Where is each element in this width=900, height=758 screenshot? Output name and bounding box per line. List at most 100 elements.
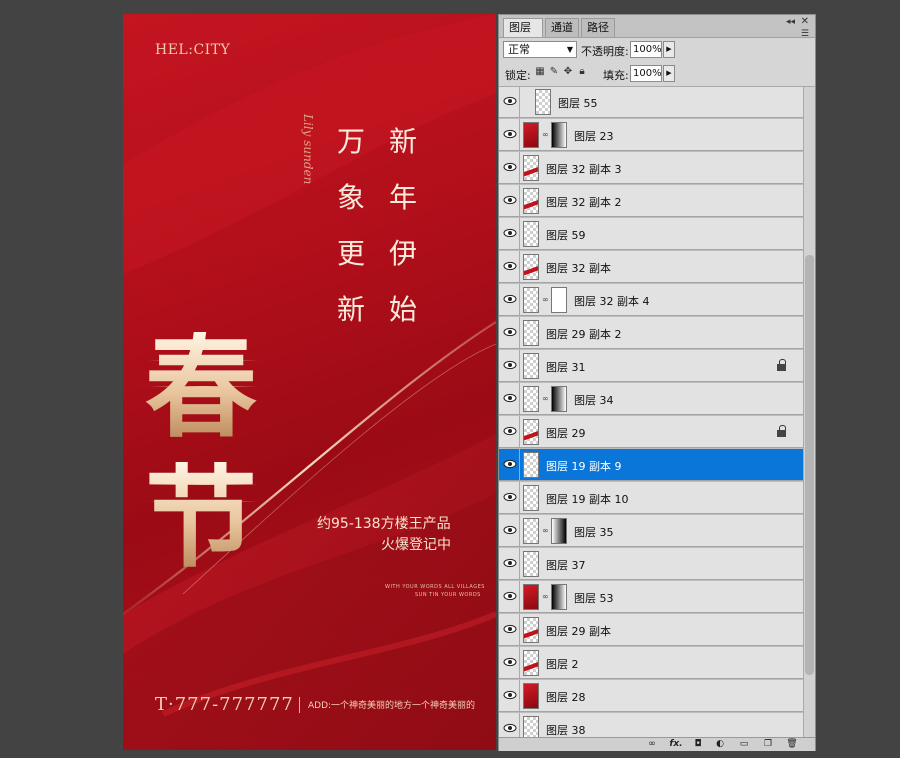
layer-row[interactable]: 图层 59 bbox=[499, 218, 803, 250]
layer-name[interactable]: 图层 19 副本 9 bbox=[546, 458, 622, 474]
lock-all-icon[interactable]: 🔒︎ bbox=[576, 66, 588, 78]
eye-visibility-icon[interactable] bbox=[503, 128, 517, 140]
eye-visibility-icon[interactable] bbox=[503, 194, 517, 206]
new-group-icon[interactable]: ▭ bbox=[737, 738, 751, 751]
eye-visibility-icon[interactable] bbox=[503, 326, 517, 338]
layer-thumbnail[interactable] bbox=[523, 122, 539, 148]
mask-link-icon[interactable]: ∞ bbox=[542, 130, 549, 139]
collapse-icon[interactable]: ◂◂ bbox=[786, 17, 795, 27]
layer-thumbnail[interactable] bbox=[523, 452, 539, 478]
layer-row[interactable]: ∞ 图层 23 bbox=[499, 119, 803, 151]
scrollbar-thumb[interactable] bbox=[805, 255, 814, 675]
fill-slider-arrow-icon[interactable]: ▶ bbox=[663, 65, 675, 82]
lock-position-icon[interactable]: ✥ bbox=[562, 66, 574, 78]
eye-visibility-icon[interactable] bbox=[503, 623, 517, 635]
eye-visibility-icon[interactable] bbox=[503, 359, 517, 371]
layer-name[interactable]: 图层 29 副本 2 bbox=[546, 326, 622, 342]
layer-name[interactable]: 图层 28 bbox=[546, 689, 586, 705]
panel-close-icon[interactable]: ✕ bbox=[801, 16, 809, 27]
eye-visibility-icon[interactable] bbox=[503, 458, 517, 470]
eye-visibility-icon[interactable] bbox=[503, 95, 517, 107]
layer-thumbnail[interactable] bbox=[523, 320, 539, 346]
layer-thumbnail[interactable] bbox=[523, 386, 539, 412]
layer-thumbnail[interactable] bbox=[523, 155, 539, 181]
eye-visibility-icon[interactable] bbox=[503, 425, 517, 437]
layer-name[interactable]: 图层 23 bbox=[574, 128, 614, 144]
layer-thumbnail[interactable] bbox=[523, 650, 539, 676]
eye-visibility-icon[interactable] bbox=[503, 293, 517, 305]
layer-row[interactable]: 图层 37 bbox=[499, 548, 803, 580]
layer-row[interactable]: ∞ 图层 34 bbox=[499, 383, 803, 415]
layer-thumbnail[interactable] bbox=[523, 584, 539, 610]
layer-row[interactable]: ∞ 图层 32 副本 4 bbox=[499, 284, 803, 316]
eye-visibility-icon[interactable] bbox=[503, 260, 517, 272]
trash-icon[interactable]: 🗑︎ bbox=[785, 738, 799, 751]
add-mask-icon[interactable]: ◘ bbox=[691, 738, 705, 751]
eye-visibility-icon[interactable] bbox=[503, 491, 517, 503]
mask-link-icon[interactable]: ∞ bbox=[542, 295, 549, 304]
layer-thumbnail[interactable] bbox=[523, 419, 539, 445]
layer-thumbnail[interactable] bbox=[523, 353, 539, 379]
layer-name[interactable]: 图层 19 副本 10 bbox=[546, 491, 628, 507]
fill-input[interactable]: 100% bbox=[630, 65, 662, 82]
layer-name[interactable]: 图层 38 bbox=[546, 722, 586, 737]
layer-name[interactable]: 图层 32 副本 bbox=[546, 260, 611, 276]
layer-row[interactable]: ∞ 图层 53 bbox=[499, 581, 803, 613]
layer-mask-thumbnail[interactable] bbox=[551, 122, 567, 148]
layer-row[interactable]: 图层 32 副本 3 bbox=[499, 152, 803, 184]
layer-name[interactable]: 图层 37 bbox=[546, 557, 586, 573]
layer-mask-thumbnail[interactable] bbox=[551, 518, 567, 544]
eye-visibility-icon[interactable] bbox=[503, 161, 517, 173]
layer-thumbnail[interactable] bbox=[523, 617, 539, 643]
layer-name[interactable]: 图层 35 bbox=[574, 524, 614, 540]
lock-transparent-pixels-icon[interactable]: ▦ bbox=[534, 66, 546, 78]
layer-row[interactable]: 图层 32 副本 bbox=[499, 251, 803, 283]
eye-visibility-icon[interactable] bbox=[503, 392, 517, 404]
layer-thumbnail[interactable] bbox=[523, 551, 539, 577]
fx-icon[interactable]: fx. bbox=[669, 738, 683, 751]
layer-thumbnail[interactable] bbox=[523, 485, 539, 511]
lock-image-pixels-icon[interactable]: ✎ bbox=[548, 66, 560, 78]
layer-name[interactable]: 图层 55 bbox=[558, 95, 598, 111]
layer-list-scrollbar[interactable] bbox=[803, 87, 815, 737]
layer-name[interactable]: 图层 34 bbox=[574, 392, 614, 408]
layer-name[interactable]: 图层 31 bbox=[546, 359, 586, 375]
layer-thumbnail[interactable] bbox=[523, 254, 539, 280]
layer-name[interactable]: 图层 2 bbox=[546, 656, 579, 672]
layer-row[interactable]: 图层 31 bbox=[499, 350, 803, 382]
layer-name[interactable]: 图层 53 bbox=[574, 590, 614, 606]
layer-thumbnail[interactable] bbox=[523, 683, 539, 709]
eye-visibility-icon[interactable] bbox=[503, 227, 517, 239]
layer-mask-thumbnail[interactable] bbox=[551, 287, 567, 313]
adjustment-layer-icon[interactable]: ◐ bbox=[713, 738, 727, 751]
layer-row[interactable]: 图层 19 副本 9 bbox=[499, 449, 803, 481]
layer-row[interactable]: 图层 32 副本 2 bbox=[499, 185, 803, 217]
opacity-slider-arrow-icon[interactable]: ▶ bbox=[663, 41, 675, 58]
layer-name[interactable]: 图层 32 副本 3 bbox=[546, 161, 622, 177]
layer-row[interactable]: 图层 29 bbox=[499, 416, 803, 448]
eye-visibility-icon[interactable] bbox=[503, 557, 517, 569]
layer-row[interactable]: 图层 19 副本 10 bbox=[499, 482, 803, 514]
layer-thumbnail[interactable] bbox=[523, 221, 539, 247]
tab-channels[interactable]: 通道 bbox=[545, 18, 579, 37]
layer-name[interactable]: 图层 59 bbox=[546, 227, 586, 243]
link-layers-icon[interactable]: ∞ bbox=[645, 738, 659, 751]
layer-thumbnail[interactable] bbox=[523, 287, 539, 313]
new-layer-icon[interactable]: ❐ bbox=[761, 738, 775, 751]
layer-row[interactable]: 图层 28 bbox=[499, 680, 803, 712]
layer-thumbnail[interactable] bbox=[523, 518, 539, 544]
tab-layers[interactable]: 图层× bbox=[503, 18, 543, 52]
layer-row[interactable]: 图层 29 副本 bbox=[499, 614, 803, 646]
layer-thumbnail[interactable] bbox=[523, 716, 539, 737]
layer-row[interactable]: 图层 29 副本 2 bbox=[499, 317, 803, 349]
layer-thumbnail[interactable] bbox=[535, 89, 551, 115]
eye-visibility-icon[interactable] bbox=[503, 689, 517, 701]
layer-thumbnail[interactable] bbox=[523, 188, 539, 214]
layer-mask-thumbnail[interactable] bbox=[551, 386, 567, 412]
layer-row[interactable]: ∞ 图层 35 bbox=[499, 515, 803, 547]
layer-name[interactable]: 图层 29 bbox=[546, 425, 586, 441]
eye-visibility-icon[interactable] bbox=[503, 722, 517, 734]
tab-paths[interactable]: 路径 bbox=[581, 18, 615, 37]
layer-name[interactable]: 图层 32 副本 4 bbox=[574, 293, 650, 309]
opacity-input[interactable]: 100% bbox=[630, 41, 662, 58]
